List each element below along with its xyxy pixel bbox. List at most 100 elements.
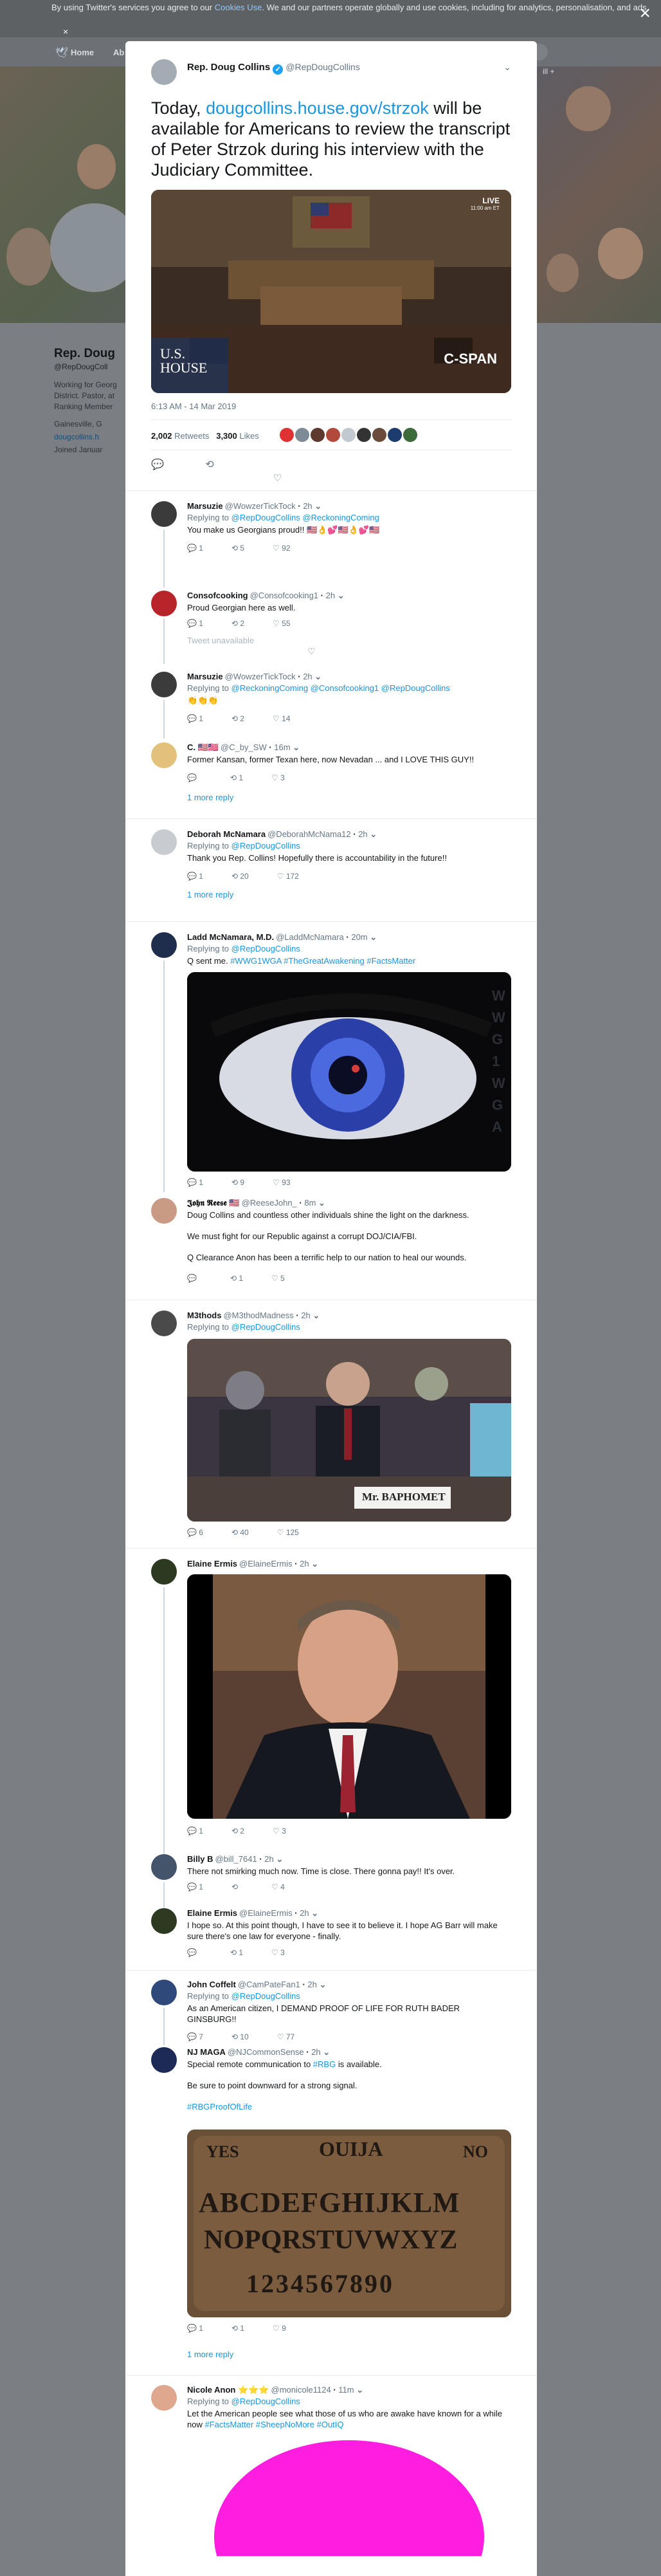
retweet-icon[interactable]: ⟲ 1 (230, 773, 243, 782)
strzok-image[interactable] (187, 1574, 511, 1819)
chevron-down-icon[interactable]: ⌄ (320, 1980, 327, 1989)
reply-icon[interactable]: 💬 (187, 773, 197, 782)
mention-link[interactable]: @RepDougCollins (231, 2397, 300, 2406)
tweet-video[interactable]: LIVE 11:00 am ET U.S. HOUSE C-SPAN (151, 190, 511, 393)
reply-time[interactable]: 8m (304, 1198, 316, 1208)
reply-time[interactable]: 11m (338, 2385, 354, 2395)
list-item[interactable]: Elaine Ermis @ElaineErmis · 2h ⌄ 💬 1 ⟲ 2 ♡ … (125, 1548, 537, 1855)
avatar[interactable] (151, 1908, 177, 1934)
cookie-close-button[interactable]: × (63, 27, 68, 37)
like-icon[interactable]: ♡ 93 (273, 1178, 290, 1187)
retweet-icon[interactable]: ⟲ 10 (231, 2032, 249, 2041)
reply-time[interactable]: 2h (358, 829, 367, 839)
reply-icon[interactable]: 💬 1 (187, 2324, 203, 2333)
mention-link[interactable]: @RepDougCollins (381, 683, 450, 693)
retweet-icon[interactable]: ⟲ (205, 459, 213, 470)
mention-link[interactable]: @RepDougCollins (231, 944, 300, 953)
like-icon[interactable]: ♡ 55 (273, 619, 290, 628)
avatar[interactable] (151, 1198, 177, 1224)
hashtag-link[interactable]: #RBG (313, 2059, 336, 2069)
reply-icon[interactable]: 💬 (151, 459, 164, 470)
list-item[interactable]: Marsuzie @WowzerTickTock · 2h ⌄ Replying … (125, 490, 537, 587)
mention-link[interactable]: @Consofcooking1 (311, 683, 379, 693)
reply-icon[interactable]: 💬 1 (187, 544, 203, 553)
like-icon[interactable]: ♡ 3 (271, 773, 285, 782)
nav-home[interactable]: Home (71, 48, 94, 57)
list-item[interactable]: Elaine Ermis @ElaineErmis · 2h ⌄ I hope s… (125, 1908, 537, 1970)
reply-icon[interactable]: 💬 1 (187, 619, 203, 628)
mention-link[interactable]: @ReckoningComing (231, 683, 308, 693)
bg-profile-site[interactable]: dougcollins.h (54, 430, 125, 443)
avatar[interactable] (151, 672, 177, 697)
reply-time[interactable]: 16m (274, 742, 290, 752)
pink-image[interactable] (187, 2440, 511, 2556)
mention-link[interactable]: @RepDougCollins (231, 1322, 300, 1332)
reply-time[interactable]: 20m (351, 932, 367, 942)
reply-icon[interactable]: 💬 6 (187, 1528, 203, 1537)
reply-icon[interactable]: 💬 1 (187, 1882, 203, 1891)
list-item[interactable]: John Coffelt @CamPateFan1 · 2h ⌄ Replying… (125, 1970, 537, 2045)
chevron-down-icon[interactable]: ⌄ (356, 2385, 363, 2395)
nav-about[interactable]: Ab (113, 48, 124, 57)
like-icon[interactable]: ♡ 4 (271, 1882, 285, 1891)
retweet-icon[interactable]: ⟲ 20 (231, 872, 249, 881)
retweet-icon[interactable]: ⟲ 1 (230, 1948, 243, 1957)
avatar[interactable] (151, 932, 177, 958)
list-item[interactable]: C. 🇺🇸🇱🇷 @C_by_SW · 16m ⌄ Former Kansan, f… (125, 739, 537, 818)
chevron-down-icon[interactable]: ⌄ (312, 1311, 320, 1320)
reply-time[interactable]: 2h (303, 501, 312, 511)
more-replies-link[interactable]: 1 more reply (187, 2350, 233, 2359)
avatar[interactable] (151, 829, 177, 855)
reply-name[interactable]: NJ MAGA (187, 2047, 226, 2057)
reply-icon[interactable]: 💬 (187, 1948, 197, 1957)
avatar[interactable] (151, 501, 177, 527)
more-replies-link[interactable]: 1 more reply (187, 890, 233, 899)
cookies-use-link[interactable]: Cookies Use (215, 3, 262, 12)
reply-name[interactable]: Nicole Anon ⭐⭐⭐ (187, 2385, 269, 2395)
mention-link[interactable]: @RepDougCollins (231, 841, 300, 851)
chevron-down-icon[interactable]: ⌄ (370, 932, 377, 942)
reply-name[interactable]: Consofcooking (187, 591, 248, 600)
list-item[interactable]: Nicole Anon ⭐⭐⭐ @monicole1124 · 11m ⌄ Rep… (125, 2375, 537, 2556)
reply-time[interactable]: 2h (311, 2047, 320, 2057)
retweet-icon[interactable]: ⟲ 1 (231, 2324, 244, 2333)
reply-time[interactable]: 2h (301, 1311, 310, 1320)
mention-link[interactable]: @ReckoningComing (302, 513, 379, 522)
reply-time[interactable]: 2h (307, 1980, 316, 1989)
retweet-icon[interactable]: ⟲ 9 (231, 1178, 244, 1187)
like-icon[interactable]: ♡ 3 (271, 1948, 285, 1957)
tweet-timestamp[interactable]: 6:13 AM - 14 Mar 2019 (151, 401, 236, 411)
mention-link[interactable]: @RepDougCollins (231, 513, 300, 522)
avatar[interactable] (151, 591, 177, 616)
reply-name[interactable]: 𝕵𝖔𝖍𝖓 𝕽𝖊𝖊𝖘𝖊 🇺🇸 (187, 1198, 240, 1208)
retweet-count[interactable]: 2,002 (151, 431, 172, 441)
reply-icon[interactable]: 💬 1 (187, 714, 203, 723)
reply-name[interactable]: Billy B (187, 1854, 213, 1864)
ouija-image[interactable]: YES OUIJA NO ABCDEFGHIJKLM NOPQRSTUVWXYZ… (187, 2130, 511, 2317)
reply-name[interactable]: Deborah McNamara (187, 829, 266, 839)
reply-name[interactable]: John Coffelt (187, 1980, 236, 1989)
reply-time[interactable]: 2h (300, 1559, 309, 1569)
like-icon[interactable]: ♡ 3 (273, 1826, 286, 1835)
retweet-icon[interactable]: ⟲ (231, 1882, 238, 1891)
list-item[interactable]: NJ MAGA @NJCommonSense · 2h ⌄ Special rem… (125, 2045, 537, 2375)
eye-image[interactable]: WWG1WGA (187, 972, 511, 1172)
reply-name[interactable]: Ladd McNamara, M.D. (187, 932, 274, 942)
tweet-link[interactable]: dougcollins.house.gov/strzok (206, 98, 429, 118)
reply-icon[interactable]: 💬 1 (187, 1178, 203, 1187)
more-replies-link[interactable]: 1 more reply (187, 793, 233, 802)
list-item[interactable]: Billy B @bill_7641 · 2h ⌄ There not smirk… (125, 1854, 537, 1908)
author-name[interactable]: Rep. Doug Collins ✓ @RepDougCollins (187, 62, 360, 75)
like-icon[interactable]: ♡ 172 (277, 872, 299, 881)
reply-time[interactable]: 2h (264, 1854, 273, 1864)
chevron-down-icon[interactable]: ⌄ (370, 829, 377, 839)
like-count[interactable]: 3,300 (216, 431, 237, 441)
like-icon[interactable]: ♡ 9 (273, 2324, 286, 2333)
reply-name[interactable]: Elaine Ermis (187, 1559, 237, 1569)
chevron-down-icon[interactable]: ⌄ (314, 501, 321, 511)
list-item[interactable]: Deborah McNamara @DeborahMcNama12 · 2h ⌄ … (125, 818, 537, 921)
twitter-bird-icon[interactable]: 🕊 (55, 46, 68, 59)
avatar[interactable] (151, 1980, 177, 2005)
retweet-icon[interactable]: ⟲ 5 (231, 544, 244, 553)
chevron-down-icon[interactable]: ⌄ (503, 62, 511, 73)
